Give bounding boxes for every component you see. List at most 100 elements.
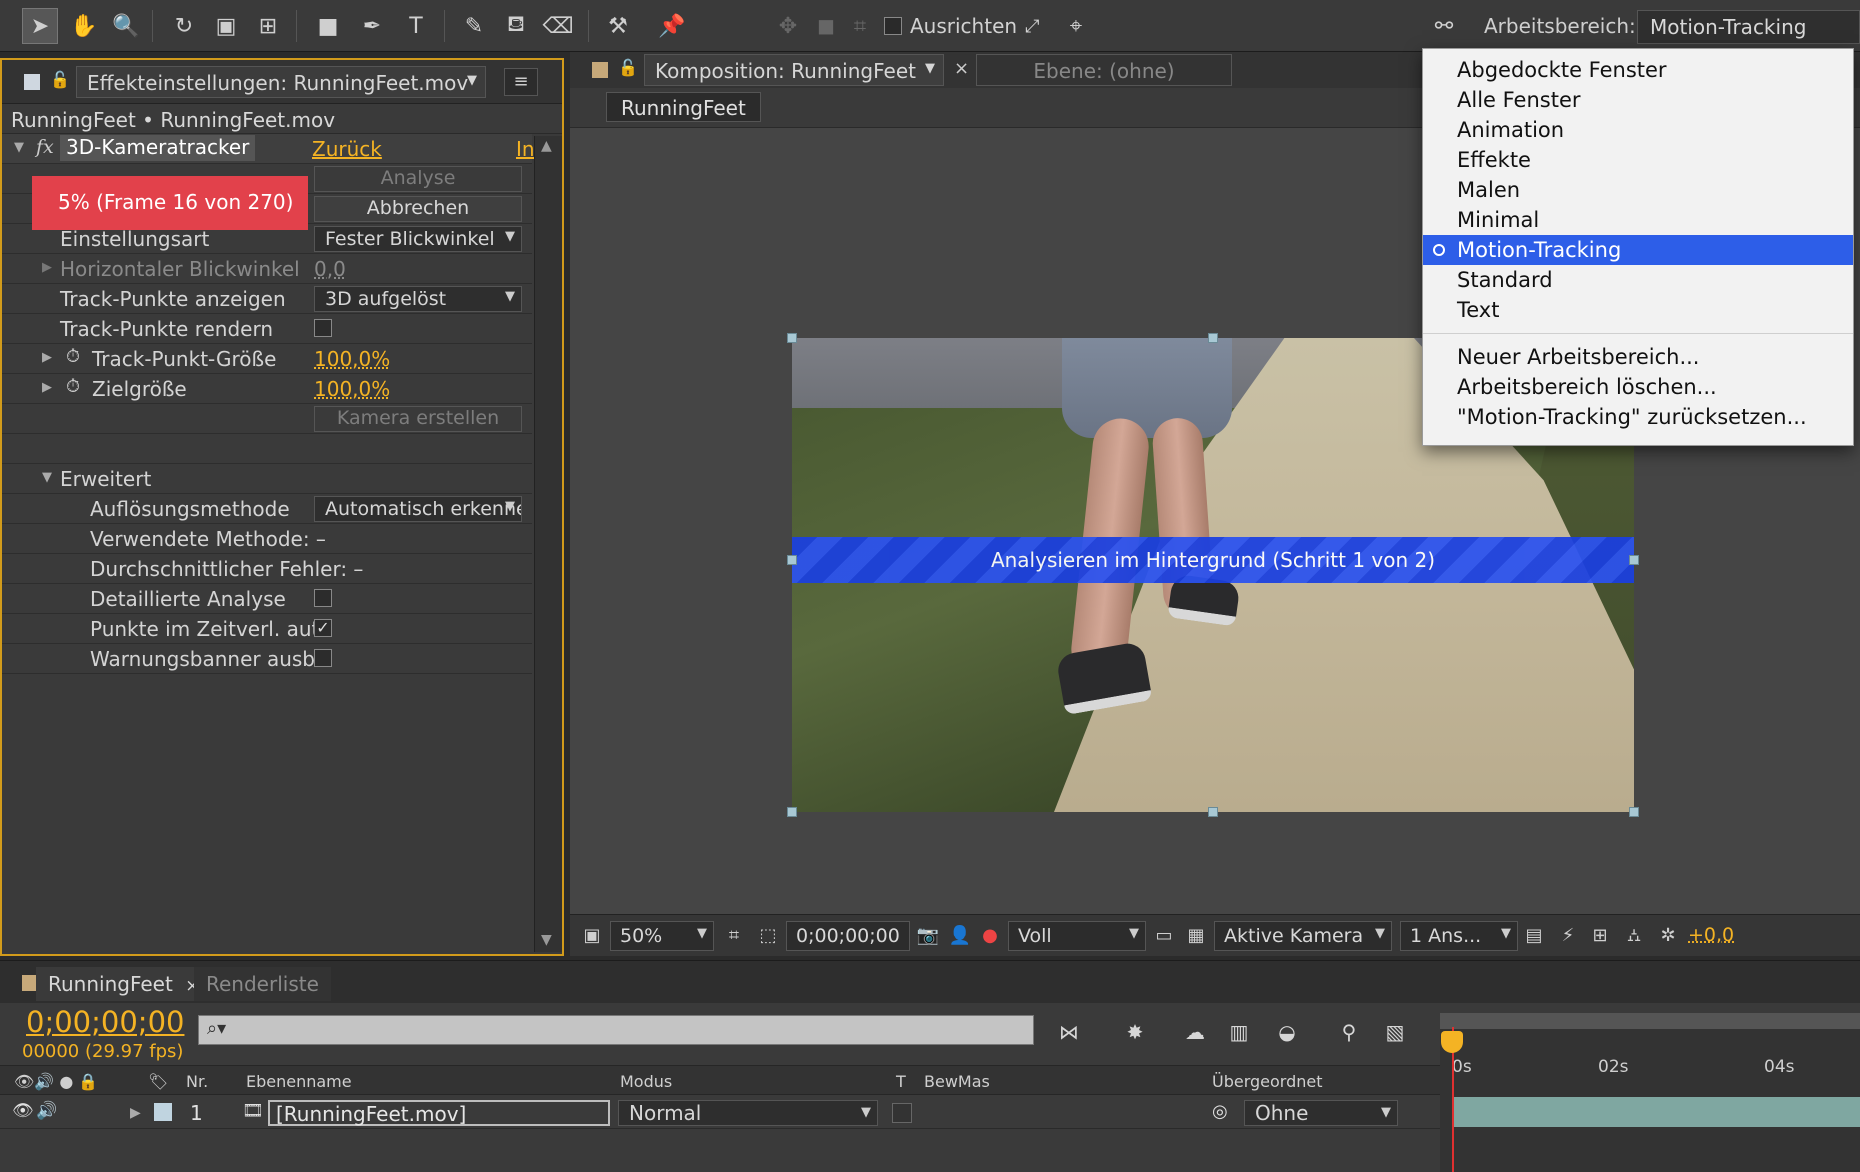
expand-triangle-icon[interactable]: ▶	[42, 260, 52, 275]
render-points-checkbox[interactable]	[314, 319, 332, 337]
hide-banner-checkbox[interactable]	[314, 649, 332, 667]
layer-label-color[interactable]	[154, 1103, 172, 1121]
pan-behind-tool-icon[interactable]: ⊞	[250, 8, 286, 44]
lock-icon[interactable]: 🔓	[50, 70, 70, 89]
chevron-down-icon[interactable]: ▼	[925, 61, 935, 76]
layer-handle-top-center[interactable]	[1208, 333, 1218, 343]
layer-duration-bar[interactable]	[1452, 1097, 1860, 1127]
effect-controls-tab[interactable]: Effekteinstellungen: RunningFeet.mov ▼	[76, 66, 486, 98]
snap-options-icon[interactable]: ⤢	[1025, 16, 1039, 37]
roto-brush-tool-icon[interactable]: ⚒	[600, 8, 636, 44]
axis-local-icon[interactable]: ✥	[770, 8, 806, 44]
comp-name-breadcrumb[interactable]: RunningFeet	[606, 92, 761, 122]
layer-handle-bottom-center[interactable]	[1208, 807, 1218, 817]
motion-blur-icon[interactable]: ◒	[1272, 1017, 1302, 1047]
workspace-menu-item[interactable]: Malen	[1423, 175, 1853, 205]
layer-handle-bottom-left[interactable]	[787, 807, 797, 817]
workspace-menu-item[interactable]: Effekte	[1423, 145, 1853, 175]
zoom-dropdown[interactable]: 50% ▼	[610, 921, 714, 951]
mask-visibility-icon[interactable]: ⬚	[756, 924, 780, 948]
audio-icon[interactable]: 🔊	[36, 1101, 57, 1121]
pick-whip-icon[interactable]: ◎	[1212, 1101, 1228, 1122]
show-points-dropdown[interactable]: 3D aufgelöst ▼	[314, 286, 522, 312]
camera-tool-icon[interactable]: ▣	[208, 8, 244, 44]
lock-icon[interactable]: 🔓	[618, 58, 638, 77]
blend-mode-dropdown[interactable]: Normal ▼	[618, 1100, 878, 1126]
camera-view-dropdown[interactable]: Aktive Kamera ▼	[1214, 921, 1392, 951]
workspace-menu-item[interactable]: Standard	[1423, 265, 1853, 295]
panel-close-square-icon[interactable]	[24, 74, 40, 90]
panel-menu-icon[interactable]: ≡	[504, 68, 538, 96]
expand-triangle-icon[interactable]: ▶	[130, 1105, 141, 1121]
eraser-tool-icon[interactable]: ⌫	[540, 8, 576, 44]
video-visibility-icon[interactable]: 👁	[12, 1101, 34, 1121]
shot-type-dropdown[interactable]: Fester Blickwinkel ▼	[314, 226, 522, 252]
puppet-pin-tool-icon[interactable]: 📌	[654, 8, 690, 44]
close-icon[interactable]: ×	[954, 58, 969, 79]
panel-close-square-icon[interactable]	[592, 62, 608, 78]
timeline-tab-render[interactable]: Renderliste	[194, 967, 331, 1001]
timeline-icon[interactable]: ⊞	[1588, 924, 1612, 948]
workspace-menu-item[interactable]: Minimal	[1423, 205, 1853, 235]
preserve-transparency-checkbox[interactable]	[892, 1103, 912, 1123]
reset-exposure-icon[interactable]: ✲	[1656, 924, 1680, 948]
transparency-grid-icon[interactable]: ▦	[1184, 924, 1208, 948]
cancel-button[interactable]: Abbrechen	[314, 196, 522, 222]
flowchart-icon[interactable]: ⛼	[1622, 924, 1646, 948]
snap-checkbox[interactable]	[884, 17, 902, 35]
brainstorm-icon[interactable]: ⚲	[1334, 1017, 1364, 1047]
layer-tab[interactable]: Ebene: (ohne)	[976, 54, 1232, 86]
parent-dropdown[interactable]: Ohne ▼	[1244, 1100, 1398, 1126]
snap-toggle[interactable]: Ausrichten ⤢	[884, 14, 1039, 38]
draft-3d-icon[interactable]: ✸	[1120, 1017, 1150, 1047]
scroll-up-icon[interactable]: ▲	[541, 138, 552, 154]
auto-delete-checkbox[interactable]: ✓	[314, 619, 332, 637]
layer-name[interactable]: [RunningFeet.mov]	[268, 1100, 610, 1126]
hand-tool-icon[interactable]: ✋	[66, 8, 102, 44]
create-camera-button[interactable]: Kamera erstellen	[314, 406, 522, 432]
resolution-dropdown[interactable]: Voll ▼	[1008, 921, 1146, 951]
reset-workspace-item[interactable]: "Motion-Tracking" zurücksetzen...	[1423, 402, 1853, 432]
header-layer-name[interactable]: Ebenenname	[246, 1072, 352, 1091]
workspace-menu-item-selected[interactable]: Motion-Tracking	[1423, 235, 1853, 265]
reset-link[interactable]: Zurück	[312, 137, 382, 161]
label-tag-icon[interactable]: 🏷	[148, 1072, 168, 1091]
show-snapshot-icon[interactable]: 👤	[948, 924, 972, 948]
scroll-down-icon[interactable]: ▼	[541, 932, 552, 948]
channel-icon[interactable]: ●	[978, 924, 1002, 948]
hfov-value[interactable]: 0,0	[314, 257, 346, 281]
chevron-down-icon[interactable]: ▼	[467, 73, 477, 88]
exposure-value[interactable]: +0,0	[1688, 924, 1734, 946]
toggle-pixel-aspect-icon[interactable]: ▤	[1522, 924, 1546, 948]
pen-tool-icon[interactable]: ✒	[354, 8, 390, 44]
comp-mini-flowchart-icon[interactable]: ⋈	[1054, 1017, 1084, 1047]
snapshot-icon[interactable]: 📷	[916, 924, 940, 948]
expand-triangle-icon[interactable]: ▶	[42, 350, 52, 365]
collapse-triangle-icon[interactable]: ▼	[42, 470, 52, 485]
work-area-bar[interactable]	[1440, 1013, 1860, 1029]
snap-extra-icon[interactable]: ⌖	[1058, 8, 1094, 44]
time-ruler[interactable]: 0s 02s 04s	[1440, 1013, 1860, 1172]
timeline-tab-comp[interactable]: RunningFeet ×	[36, 967, 212, 1001]
selection-tool-icon[interactable]: ➤	[22, 8, 58, 44]
text-tool-icon[interactable]: T	[398, 8, 434, 44]
brush-tool-icon[interactable]: ✎	[456, 8, 492, 44]
workspace-menu-item[interactable]: Abgedockte Fenster	[1423, 55, 1853, 85]
clone-stamp-tool-icon[interactable]: ⛾	[498, 8, 534, 44]
workspace-menu-item[interactable]: Animation	[1423, 115, 1853, 145]
new-workspace-item[interactable]: Neuer Arbeitsbereich...	[1423, 342, 1853, 372]
graph-editor-icon[interactable]: ▧	[1380, 1017, 1410, 1047]
timeline-search-input[interactable]: ⌕▾	[198, 1015, 1034, 1045]
solve-method-dropdown[interactable]: Automatisch erkennen ▼	[314, 496, 522, 522]
zoom-tool-icon[interactable]: 🔍	[108, 8, 144, 44]
safe-zones-icon[interactable]: ⌗	[722, 924, 746, 948]
layer-handle-bottom-right[interactable]	[1629, 807, 1639, 817]
target-size-value[interactable]: 100,0%	[314, 377, 390, 401]
fast-preview-icon[interactable]: ⚡	[1556, 924, 1580, 948]
point-size-value[interactable]: 100,0%	[314, 347, 390, 371]
playhead-handle-icon[interactable]	[1441, 1031, 1463, 1053]
analyze-button[interactable]: Analyse	[314, 166, 522, 192]
workspace-select[interactable]: Motion-Tracking	[1637, 10, 1860, 44]
layer-handle-mid-left[interactable]	[787, 555, 797, 565]
layer-handle-mid-right[interactable]	[1629, 555, 1639, 565]
